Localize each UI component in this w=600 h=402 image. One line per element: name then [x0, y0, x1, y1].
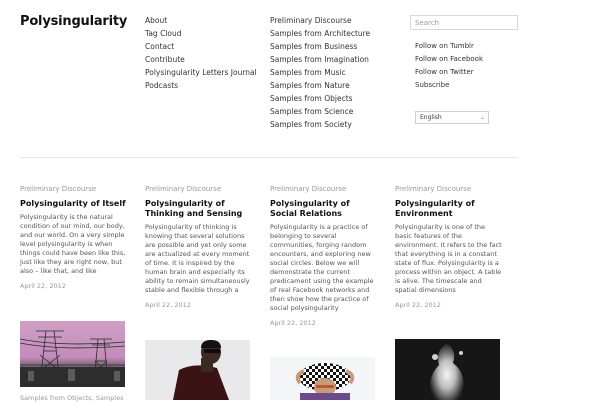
post-title[interactable]: Polysingularity of Environment	[395, 199, 502, 219]
follow-facebook-link[interactable]: Follow on Facebook	[415, 53, 483, 66]
post-excerpt: Polysingularity is a practice of belongi…	[270, 223, 374, 312]
nav-link-objects[interactable]: Samples from Objects	[270, 92, 370, 105]
nav-link-preliminary-discourse[interactable]: Preliminary Discourse	[270, 14, 370, 27]
nav-link-contact[interactable]: Contact	[145, 40, 257, 53]
header-divider	[20, 157, 518, 158]
post-excerpt: Polysingularity of thinking is knowing t…	[145, 223, 250, 294]
post-title[interactable]: Polysingularity of Thinking and Sensing	[145, 199, 252, 219]
nav-link-business[interactable]: Samples from Business	[270, 40, 370, 53]
post-card: Preliminary Discourse Polysingularity of…	[270, 184, 377, 328]
post-date: April 22, 2012	[395, 301, 441, 309]
post-excerpt: Polysingularity is one of the basic feat…	[395, 223, 502, 294]
thumbnail-caption[interactable]: Samples from Objects, Samples	[20, 394, 123, 402]
nav-link-about[interactable]: About	[145, 14, 257, 27]
language-select[interactable]: English ⌄	[415, 111, 489, 124]
follow-tumblr-link[interactable]: Follow on Tumblr	[415, 40, 483, 53]
subscribe-link[interactable]: Subscribe	[415, 79, 483, 92]
nav-link-imagination[interactable]: Samples from Imagination	[270, 53, 370, 66]
nav-link-podcasts[interactable]: Podcasts	[145, 79, 257, 92]
thumbnail-portrait[interactable]	[145, 340, 250, 400]
power-lines-image	[20, 330, 125, 387]
post-date: April 22, 2012	[270, 319, 316, 327]
nav-link-society[interactable]: Samples from Society	[270, 118, 370, 131]
post-excerpt: Polysingularity is the natural condition…	[20, 213, 126, 275]
water-splash-image	[395, 339, 500, 400]
nav-link-tag-cloud[interactable]: Tag Cloud	[145, 27, 257, 40]
post-card: Preliminary Discourse Polysingularity of…	[20, 184, 127, 291]
post-card: Preliminary Discourse Polysingularity of…	[145, 184, 252, 310]
search-input[interactable]	[410, 15, 518, 30]
nav-link-contribute[interactable]: Contribute	[145, 53, 257, 66]
language-select-value: English	[420, 114, 442, 121]
primary-nav: About Tag Cloud Contact Contribute Polys…	[145, 14, 257, 92]
post-title[interactable]: Polysingularity of Itself	[20, 199, 127, 209]
follow-twitter-link[interactable]: Follow on Twitter	[415, 66, 483, 79]
post-date: April 22, 2012	[20, 282, 66, 290]
post-category[interactable]: Preliminary Discourse	[145, 184, 252, 194]
post-title[interactable]: Polysingularity of Social Relations	[270, 199, 377, 219]
post-category[interactable]: Preliminary Discourse	[270, 184, 377, 194]
chevron-down-icon: ⌄	[479, 114, 485, 121]
post-category[interactable]: Preliminary Discourse	[20, 184, 127, 194]
nav-link-music[interactable]: Samples from Music	[270, 66, 370, 79]
nav-link-architecture[interactable]: Samples from Architecture	[270, 27, 370, 40]
thumbnail-water-splash[interactable]	[395, 339, 500, 400]
portrait-image	[145, 340, 250, 400]
checkered-hat-image	[270, 357, 375, 400]
thumbnail-power-lines[interactable]	[20, 321, 125, 387]
thumbnail-checkered-hat[interactable]	[270, 357, 375, 400]
nav-link-science[interactable]: Samples from Science	[270, 105, 370, 118]
nav-link-letters-journal[interactable]: Polysingularity Letters Journal	[145, 66, 257, 79]
site-title[interactable]: Polysingularity	[20, 14, 127, 29]
category-nav: Preliminary Discourse Samples from Archi…	[270, 14, 370, 131]
nav-link-nature[interactable]: Samples from Nature	[270, 79, 370, 92]
post-category[interactable]: Preliminary Discourse	[395, 184, 502, 194]
post-card: Preliminary Discourse Polysingularity of…	[395, 184, 502, 310]
social-links: Follow on Tumblr Follow on Facebook Foll…	[415, 40, 483, 92]
post-date: April 22, 2012	[145, 301, 191, 309]
